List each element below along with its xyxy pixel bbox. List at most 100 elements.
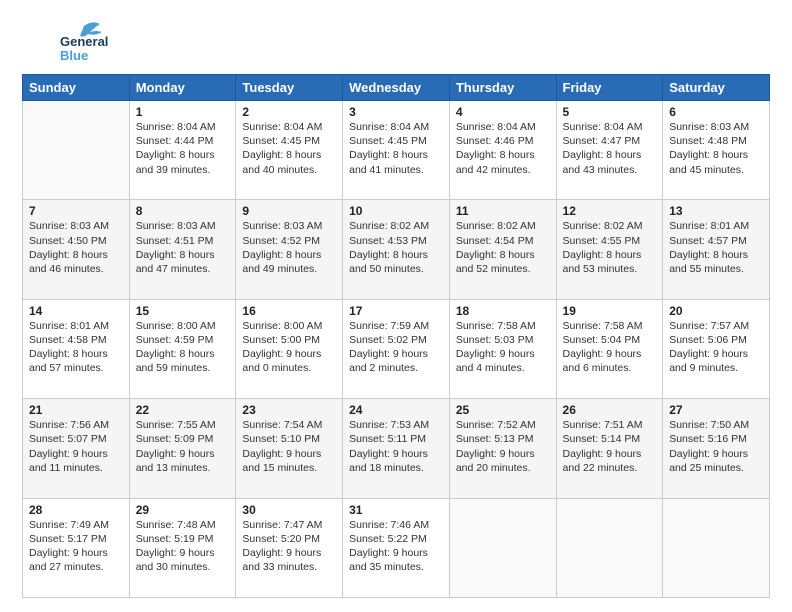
calendar-cell <box>449 498 556 597</box>
day-info: Sunrise: 8:04 AMSunset: 4:47 PMDaylight:… <box>563 120 657 177</box>
header-row: SundayMondayTuesdayWednesdayThursdayFrid… <box>23 75 770 101</box>
day-info: Sunrise: 7:49 AMSunset: 5:17 PMDaylight:… <box>29 518 123 575</box>
calendar-cell: 16Sunrise: 8:00 AMSunset: 5:00 PMDayligh… <box>236 299 343 398</box>
calendar-cell: 15Sunrise: 8:00 AMSunset: 4:59 PMDayligh… <box>129 299 236 398</box>
day-header: Tuesday <box>236 75 343 101</box>
day-number: 7 <box>29 204 123 218</box>
day-number: 27 <box>669 403 763 417</box>
day-info: Sunrise: 8:03 AMSunset: 4:48 PMDaylight:… <box>669 120 763 177</box>
day-number: 18 <box>456 304 550 318</box>
day-info: Sunrise: 8:03 AMSunset: 4:50 PMDaylight:… <box>29 219 123 276</box>
day-info: Sunrise: 7:51 AMSunset: 5:14 PMDaylight:… <box>563 418 657 475</box>
calendar-cell: 31Sunrise: 7:46 AMSunset: 5:22 PMDayligh… <box>343 498 450 597</box>
day-info: Sunrise: 7:58 AMSunset: 5:04 PMDaylight:… <box>563 319 657 376</box>
day-info: Sunrise: 8:04 AMSunset: 4:45 PMDaylight:… <box>349 120 443 177</box>
day-header: Wednesday <box>343 75 450 101</box>
calendar-cell: 27Sunrise: 7:50 AMSunset: 5:16 PMDayligh… <box>663 399 770 498</box>
day-number: 3 <box>349 105 443 119</box>
calendar-cell: 9Sunrise: 8:03 AMSunset: 4:52 PMDaylight… <box>236 200 343 299</box>
day-number: 25 <box>456 403 550 417</box>
day-number: 11 <box>456 204 550 218</box>
day-info: Sunrise: 7:48 AMSunset: 5:19 PMDaylight:… <box>136 518 230 575</box>
day-info: Sunrise: 7:50 AMSunset: 5:16 PMDaylight:… <box>669 418 763 475</box>
day-number: 1 <box>136 105 230 119</box>
calendar-week-row: 7Sunrise: 8:03 AMSunset: 4:50 PMDaylight… <box>23 200 770 299</box>
day-number: 29 <box>136 503 230 517</box>
calendar-cell: 22Sunrise: 7:55 AMSunset: 5:09 PMDayligh… <box>129 399 236 498</box>
calendar-week-row: 14Sunrise: 8:01 AMSunset: 4:58 PMDayligh… <box>23 299 770 398</box>
calendar-week-row: 1Sunrise: 8:04 AMSunset: 4:44 PMDaylight… <box>23 101 770 200</box>
svg-text:General: General <box>60 34 108 49</box>
day-number: 12 <box>563 204 657 218</box>
day-number: 2 <box>242 105 336 119</box>
calendar-cell: 28Sunrise: 7:49 AMSunset: 5:17 PMDayligh… <box>23 498 130 597</box>
day-info: Sunrise: 7:58 AMSunset: 5:03 PMDaylight:… <box>456 319 550 376</box>
day-info: Sunrise: 7:52 AMSunset: 5:13 PMDaylight:… <box>456 418 550 475</box>
day-info: Sunrise: 7:57 AMSunset: 5:06 PMDaylight:… <box>669 319 763 376</box>
day-info: Sunrise: 8:02 AMSunset: 4:54 PMDaylight:… <box>456 219 550 276</box>
day-info: Sunrise: 8:04 AMSunset: 4:46 PMDaylight:… <box>456 120 550 177</box>
day-number: 14 <box>29 304 123 318</box>
day-info: Sunrise: 8:02 AMSunset: 4:55 PMDaylight:… <box>563 219 657 276</box>
calendar-cell: 6Sunrise: 8:03 AMSunset: 4:48 PMDaylight… <box>663 101 770 200</box>
calendar-cell: 26Sunrise: 7:51 AMSunset: 5:14 PMDayligh… <box>556 399 663 498</box>
day-number: 16 <box>242 304 336 318</box>
calendar-cell <box>556 498 663 597</box>
calendar-cell: 21Sunrise: 7:56 AMSunset: 5:07 PMDayligh… <box>23 399 130 498</box>
day-number: 6 <box>669 105 763 119</box>
day-number: 28 <box>29 503 123 517</box>
page: General Blue SundayMondayTuesdayWednesda… <box>0 0 792 612</box>
calendar-cell: 10Sunrise: 8:02 AMSunset: 4:53 PMDayligh… <box>343 200 450 299</box>
calendar-cell: 18Sunrise: 7:58 AMSunset: 5:03 PMDayligh… <box>449 299 556 398</box>
day-info: Sunrise: 8:00 AMSunset: 4:59 PMDaylight:… <box>136 319 230 376</box>
day-info: Sunrise: 8:04 AMSunset: 4:44 PMDaylight:… <box>136 120 230 177</box>
day-number: 23 <box>242 403 336 417</box>
day-info: Sunrise: 8:03 AMSunset: 4:51 PMDaylight:… <box>136 219 230 276</box>
day-info: Sunrise: 7:55 AMSunset: 5:09 PMDaylight:… <box>136 418 230 475</box>
calendar-cell: 12Sunrise: 8:02 AMSunset: 4:55 PMDayligh… <box>556 200 663 299</box>
logo: General Blue <box>22 18 112 66</box>
day-number: 5 <box>563 105 657 119</box>
calendar-cell: 3Sunrise: 8:04 AMSunset: 4:45 PMDaylight… <box>343 101 450 200</box>
calendar-cell: 17Sunrise: 7:59 AMSunset: 5:02 PMDayligh… <box>343 299 450 398</box>
calendar-cell: 30Sunrise: 7:47 AMSunset: 5:20 PMDayligh… <box>236 498 343 597</box>
logo-svg: General Blue <box>22 18 112 66</box>
day-number: 21 <box>29 403 123 417</box>
svg-text:Blue: Blue <box>60 48 88 63</box>
calendar-week-row: 28Sunrise: 7:49 AMSunset: 5:17 PMDayligh… <box>23 498 770 597</box>
day-number: 8 <box>136 204 230 218</box>
calendar-week-row: 21Sunrise: 7:56 AMSunset: 5:07 PMDayligh… <box>23 399 770 498</box>
calendar-cell: 29Sunrise: 7:48 AMSunset: 5:19 PMDayligh… <box>129 498 236 597</box>
day-number: 24 <box>349 403 443 417</box>
day-number: 9 <box>242 204 336 218</box>
day-number: 13 <box>669 204 763 218</box>
calendar-cell: 4Sunrise: 8:04 AMSunset: 4:46 PMDaylight… <box>449 101 556 200</box>
day-info: Sunrise: 7:59 AMSunset: 5:02 PMDaylight:… <box>349 319 443 376</box>
day-info: Sunrise: 7:47 AMSunset: 5:20 PMDaylight:… <box>242 518 336 575</box>
calendar-cell: 1Sunrise: 8:04 AMSunset: 4:44 PMDaylight… <box>129 101 236 200</box>
day-number: 20 <box>669 304 763 318</box>
calendar-cell: 23Sunrise: 7:54 AMSunset: 5:10 PMDayligh… <box>236 399 343 498</box>
calendar-cell: 19Sunrise: 7:58 AMSunset: 5:04 PMDayligh… <box>556 299 663 398</box>
calendar-cell: 13Sunrise: 8:01 AMSunset: 4:57 PMDayligh… <box>663 200 770 299</box>
day-info: Sunrise: 8:01 AMSunset: 4:57 PMDaylight:… <box>669 219 763 276</box>
day-header: Sunday <box>23 75 130 101</box>
day-header: Saturday <box>663 75 770 101</box>
day-info: Sunrise: 8:01 AMSunset: 4:58 PMDaylight:… <box>29 319 123 376</box>
day-info: Sunrise: 7:54 AMSunset: 5:10 PMDaylight:… <box>242 418 336 475</box>
calendar-cell: 2Sunrise: 8:04 AMSunset: 4:45 PMDaylight… <box>236 101 343 200</box>
day-header: Thursday <box>449 75 556 101</box>
calendar-cell: 14Sunrise: 8:01 AMSunset: 4:58 PMDayligh… <box>23 299 130 398</box>
day-info: Sunrise: 8:00 AMSunset: 5:00 PMDaylight:… <box>242 319 336 376</box>
day-number: 17 <box>349 304 443 318</box>
day-header: Friday <box>556 75 663 101</box>
day-info: Sunrise: 8:04 AMSunset: 4:45 PMDaylight:… <box>242 120 336 177</box>
calendar-cell <box>23 101 130 200</box>
day-info: Sunrise: 8:03 AMSunset: 4:52 PMDaylight:… <box>242 219 336 276</box>
calendar-cell: 24Sunrise: 7:53 AMSunset: 5:11 PMDayligh… <box>343 399 450 498</box>
calendar-cell <box>663 498 770 597</box>
day-number: 4 <box>456 105 550 119</box>
day-number: 10 <box>349 204 443 218</box>
calendar-cell: 5Sunrise: 8:04 AMSunset: 4:47 PMDaylight… <box>556 101 663 200</box>
calendar-cell: 7Sunrise: 8:03 AMSunset: 4:50 PMDaylight… <box>23 200 130 299</box>
